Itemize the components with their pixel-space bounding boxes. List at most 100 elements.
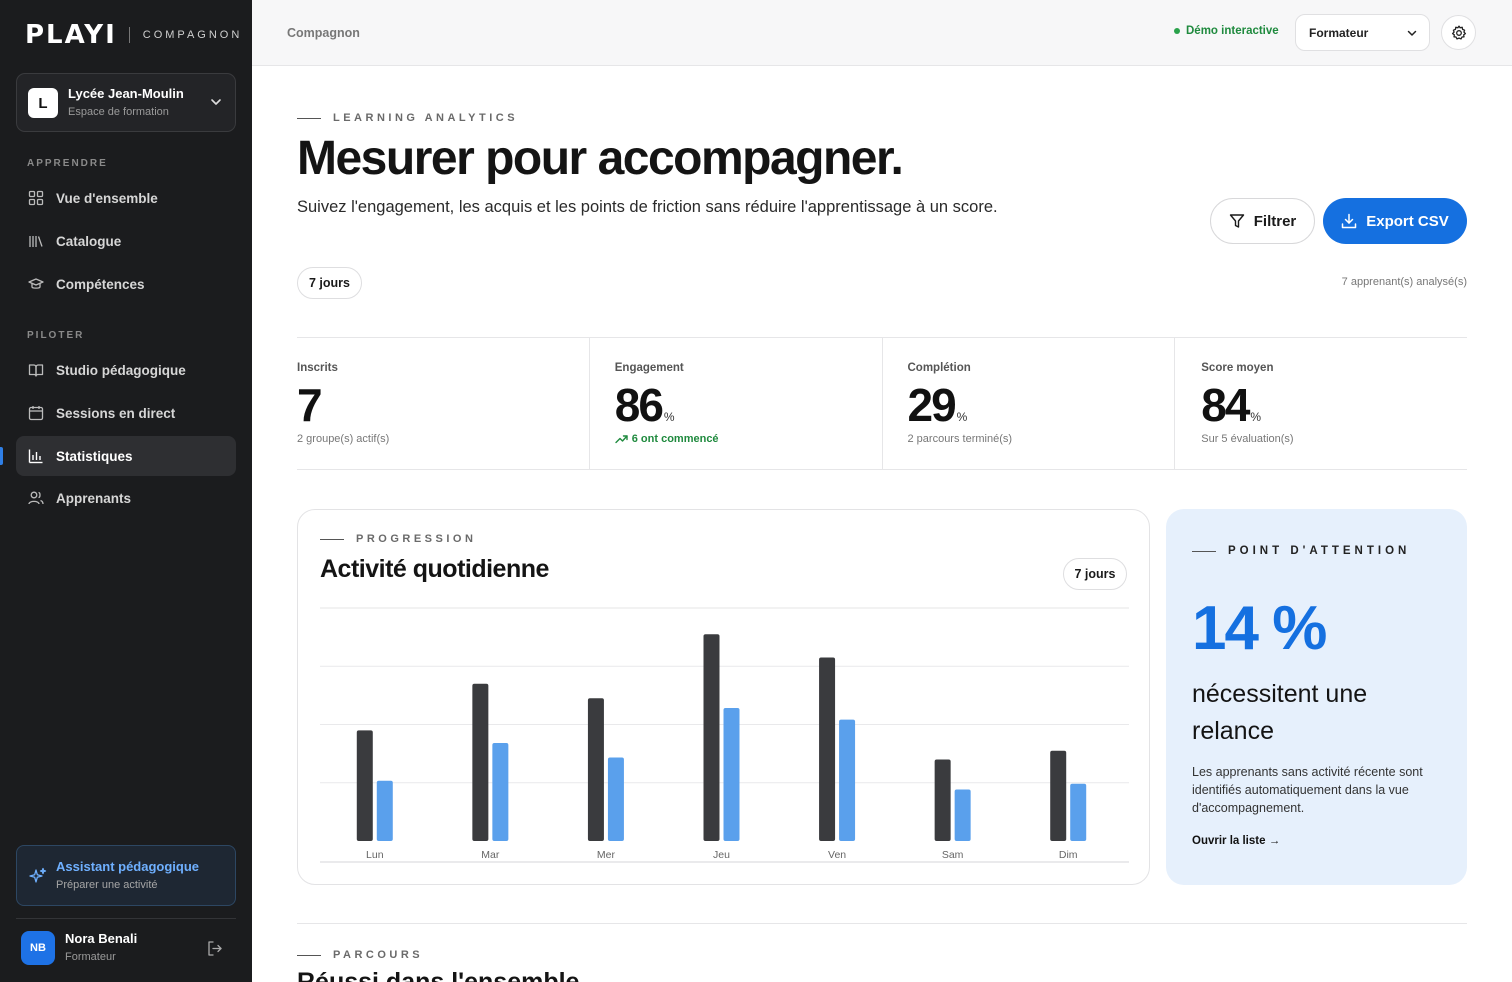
- x-tick-label: Jeu: [713, 849, 730, 861]
- x-tick-label: Sam: [942, 849, 964, 861]
- attention-card: POINT D'ATTENTION 14 % nécessitent une r…: [1166, 509, 1467, 885]
- sidebar-item-label: Sessions en direct: [56, 405, 176, 421]
- x-tick-label: Ven: [828, 849, 846, 861]
- demo-badge: Démo interactive: [1174, 25, 1279, 37]
- org-switcher[interactable]: L Lycée Jean-Moulin Espace de formation: [16, 73, 236, 132]
- sidebar-item-overview[interactable]: Vue d'ensemble: [16, 178, 236, 218]
- chart-bar: [839, 719, 856, 841]
- divider: [16, 918, 236, 919]
- sidebar-item-label: Apprenants: [56, 490, 132, 506]
- x-tick-label: Mar: [481, 849, 500, 861]
- parcours-title: Réussi dans l'ensemble: [297, 968, 580, 982]
- filter-icon: [1229, 214, 1244, 228]
- export-label: Export CSV: [1366, 212, 1449, 230]
- sidebar-item-statistiques[interactable]: Statistiques: [16, 436, 236, 476]
- attention-value: 14 %: [1192, 594, 1327, 663]
- sidebar-item-studio[interactable]: Studio pédagogique: [16, 350, 236, 390]
- user-role: Formateur: [65, 951, 116, 963]
- kpi-value: 86%: [615, 378, 675, 432]
- chart-bar: [587, 698, 604, 841]
- sidebar-item-competences[interactable]: Compétences: [16, 264, 236, 304]
- kpi-unit: %: [956, 410, 968, 424]
- kpi-sub-label: 6 ont commencé: [631, 433, 719, 445]
- kpi-inscrits: Inscrits 7 2 groupe(s) actif(s): [297, 338, 589, 469]
- x-tick-label: Lun: [366, 849, 384, 861]
- kpi-value: 29%: [908, 378, 968, 432]
- calendar-icon: [28, 405, 44, 421]
- kpi-sub: 6 ont commencé: [615, 433, 719, 445]
- chart-bar: [934, 759, 951, 841]
- chart-bar: [819, 657, 836, 841]
- chart-bar: [723, 707, 740, 841]
- kpi-sub: Sur 5 évaluation(s): [1201, 433, 1294, 445]
- assistant-card[interactable]: Assistant pédagogique Préparer une activ…: [16, 845, 236, 906]
- topbar: Compagnon Démo interactive Formateur: [252, 0, 1512, 66]
- attention-text: Les apprenants sans activité récente son…: [1192, 765, 1423, 815]
- kpi-unit: %: [663, 410, 675, 424]
- sidebar-item-label: Catalogue: [56, 233, 122, 249]
- role-select[interactable]: Formateur: [1295, 14, 1430, 51]
- sidebar-item-catalogue[interactable]: Catalogue: [16, 221, 236, 261]
- chart-bar: [472, 683, 489, 841]
- eyebrow-label: POINT D'ATTENTION: [1228, 545, 1411, 557]
- x-tick-label: Dim: [1059, 849, 1078, 861]
- chart-bar: [1070, 783, 1087, 841]
- org-name: Lycée Jean-Moulin: [68, 86, 184, 101]
- kpi-sub: 2 groupe(s) actif(s): [297, 433, 390, 445]
- filter-label: Filtrer: [1253, 212, 1297, 230]
- settings-button[interactable]: [1441, 15, 1476, 50]
- kpi-number: 29: [907, 379, 957, 431]
- kpi-label: Score moyen: [1201, 362, 1274, 374]
- filter-button[interactable]: Filtrer: [1210, 198, 1315, 244]
- open-list-link[interactable]: Ouvrir la liste →: [1192, 835, 1280, 847]
- logo: PLAYI: [25, 20, 117, 50]
- eyebrow-line: [297, 117, 321, 119]
- x-tick-label: Mer: [597, 849, 616, 861]
- logout-icon[interactable]: [206, 940, 223, 957]
- book-open-icon: [28, 362, 44, 378]
- kpi-row: Inscrits 7 2 groupe(s) actif(s) Engageme…: [297, 337, 1467, 470]
- kpi-sub: 2 parcours terminé(s): [907, 433, 1013, 445]
- kpi-completion: Complétion 29% 2 parcours terminé(s): [881, 338, 1175, 469]
- attention-headline: nécessitent une relance: [1192, 680, 1368, 745]
- kpi-number: 7: [297, 379, 323, 431]
- logo-divider: [128, 27, 130, 43]
- eyebrow-line: [1192, 550, 1216, 552]
- status-dot: [1174, 28, 1180, 34]
- org-avatar: L: [28, 88, 58, 118]
- analysed-count: 7 apprenant(s) analysé(s): [1341, 276, 1467, 288]
- sidebar: PLAYI COMPAGNON L Lycée Jean-Moulin Espa…: [0, 0, 252, 982]
- kpi-label: Engagement: [614, 362, 684, 374]
- eyebrow-label: PARCOURS: [333, 949, 424, 961]
- kpi-value: 84%: [1201, 378, 1261, 432]
- period-pill[interactable]: 7 jours: [297, 267, 362, 299]
- chevron-down-icon: [1407, 30, 1417, 36]
- sparkles-icon: [29, 867, 47, 883]
- sidebar-item-label: Studio pédagogique: [56, 362, 186, 378]
- assistant-subtitle: Préparer une activité: [56, 879, 158, 891]
- brand[interactable]: PLAYI COMPAGNON: [25, 20, 242, 50]
- grid-icon: [28, 190, 44, 206]
- product-name: COMPAGNON: [142, 29, 243, 41]
- eyebrow-line: [297, 954, 321, 956]
- kpi-number: 86: [614, 379, 664, 431]
- breadcrumb[interactable]: Compagnon: [287, 26, 360, 40]
- attention-eyebrow: POINT D'ATTENTION: [1192, 545, 1410, 557]
- sidebar-item-sessions[interactable]: Sessions en direct: [16, 393, 236, 433]
- page-description: Suivez l'engagement, les acquis et les p…: [297, 198, 998, 216]
- chart-bar: [492, 742, 509, 841]
- demo-label: Démo interactive: [1186, 25, 1279, 37]
- active-indicator: [0, 447, 3, 465]
- chart-bar: [954, 789, 971, 841]
- sidebar-item-apprenants[interactable]: Apprenants: [16, 478, 236, 518]
- trend-up-icon: [615, 435, 628, 444]
- eyebrow-label: LEARNING ANALYTICS: [333, 112, 519, 124]
- nav-section-pilot: PILOTER: [27, 330, 85, 341]
- kpi-label: Inscrits: [297, 362, 338, 374]
- users-icon: [28, 490, 44, 506]
- sidebar-item-label: Compétences: [56, 276, 145, 292]
- chart-bar: [1050, 750, 1067, 841]
- assistant-title: Assistant pédagogique: [56, 859, 200, 874]
- export-csv-button[interactable]: Export CSV: [1323, 198, 1467, 244]
- chart-bar: [703, 634, 720, 841]
